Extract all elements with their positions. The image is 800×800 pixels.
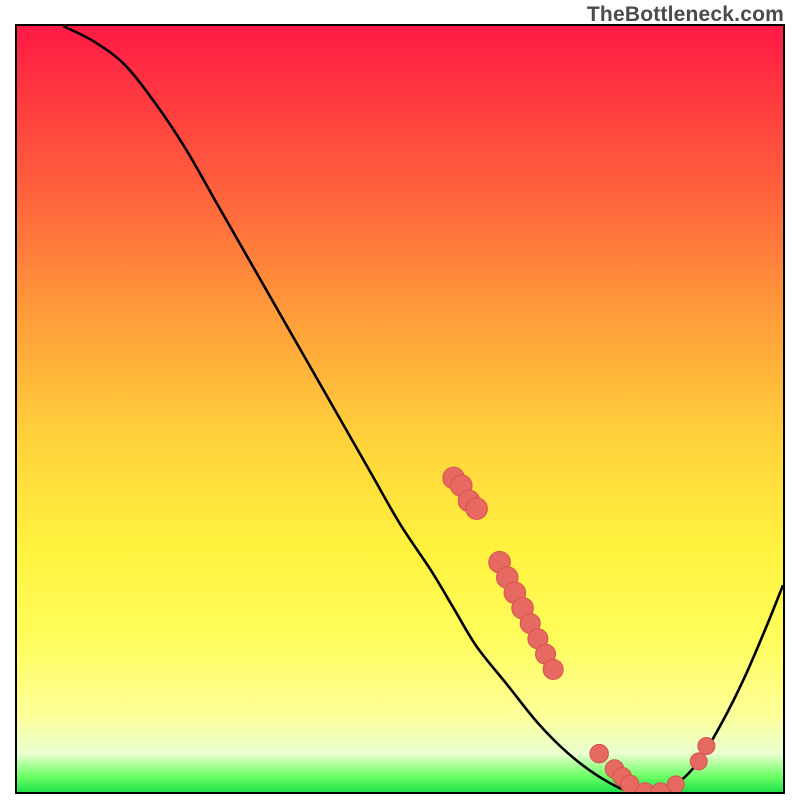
- curve-layer: [63, 26, 783, 792]
- chart-svg: [17, 26, 783, 792]
- data-marker: [698, 738, 715, 755]
- data-marker: [543, 659, 563, 679]
- data-marker: [667, 776, 684, 792]
- data-marker: [590, 745, 608, 763]
- bottleneck-curve: [63, 26, 783, 792]
- chart-stage: TheBottleneck.com: [0, 0, 800, 800]
- marker-layer: [443, 467, 715, 792]
- data-marker: [466, 498, 487, 519]
- data-marker: [690, 753, 707, 770]
- plot-frame: [15, 24, 785, 794]
